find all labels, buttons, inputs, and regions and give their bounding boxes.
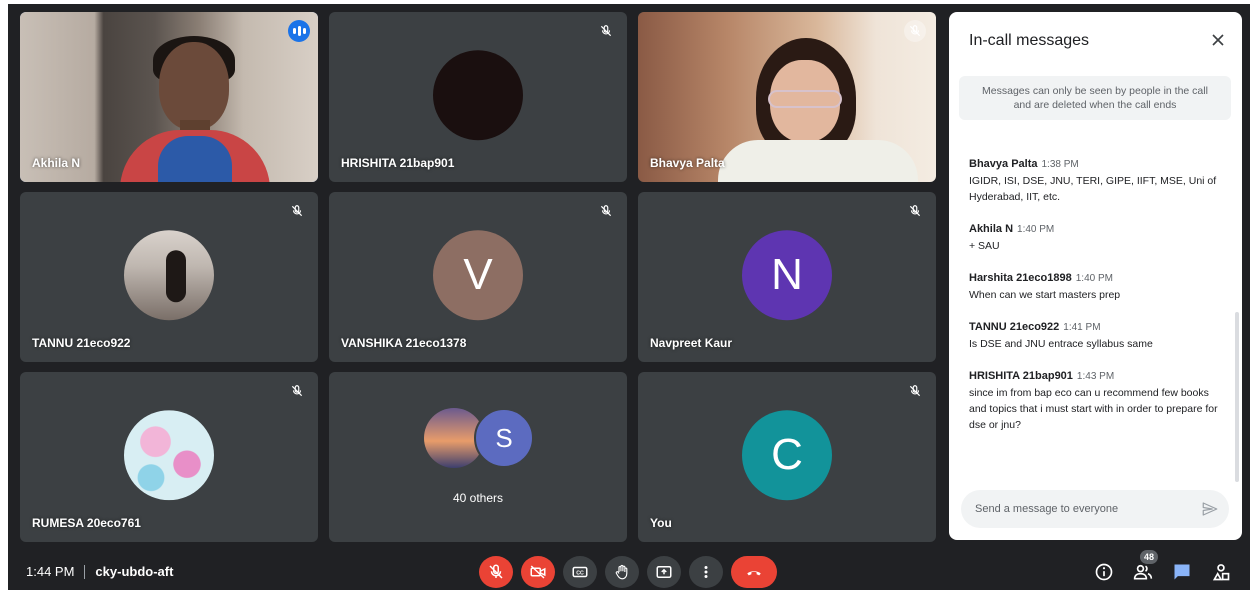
- send-icon[interactable]: [1201, 500, 1219, 518]
- people-button[interactable]: [1132, 561, 1154, 583]
- meeting-details-button[interactable]: [1093, 561, 1115, 583]
- chat-icon: [1174, 564, 1190, 580]
- people-icon: [1133, 564, 1153, 580]
- participant-name: VANSHIKA 21eco1378: [341, 336, 467, 350]
- message-text: since im from bap eco can u recommend fe…: [969, 387, 1218, 431]
- message-sender: Harshita 21eco1898: [969, 272, 1072, 284]
- message-sender: Bhavya Palta: [969, 158, 1038, 170]
- participant-tile-vanshika[interactable]: V VANSHIKA 21eco1378: [329, 192, 627, 362]
- divider: [84, 564, 86, 579]
- participant-name: Akhila N: [32, 156, 81, 170]
- chat-message-input[interactable]: [975, 490, 1185, 528]
- present-button[interactable]: [647, 556, 681, 588]
- more-options-button[interactable]: [689, 556, 723, 588]
- camera-toggle-button[interactable]: [521, 556, 555, 588]
- participant-tile-hrishita[interactable]: HRISHITA 21bap901: [329, 12, 627, 182]
- message-time: 1:40 PM: [1017, 224, 1055, 235]
- meeting-info: 1:44 PM cky-ubdo-aft: [26, 564, 173, 579]
- message-sender: HRISHITA 21bap901: [969, 370, 1073, 382]
- message-time: 1:41 PM: [1063, 322, 1101, 333]
- others-tile[interactable]: S 40 others: [329, 372, 627, 542]
- raise-hand-button[interactable]: [605, 556, 639, 588]
- avatar: [124, 230, 214, 321]
- chat-scrollbar[interactable]: [1235, 312, 1239, 482]
- activities-icon: [1212, 564, 1230, 581]
- chat-panel: In-call messages Messages can only be se…: [949, 12, 1242, 540]
- chat-notice: Messages can only be seen by people in t…: [959, 76, 1231, 120]
- participant-name: Bhavya Palta: [650, 156, 725, 170]
- more-icon: [704, 566, 708, 578]
- captions-button[interactable]: CC: [563, 556, 597, 588]
- avatar: [124, 410, 214, 501]
- chat-composer: [961, 490, 1229, 528]
- hang-up-icon: [747, 571, 761, 576]
- participant-name: RUMESA 20eco761: [32, 516, 141, 530]
- close-icon[interactable]: [1208, 30, 1228, 50]
- participant-tile-navpreet[interactable]: N Navpreet Kaur: [638, 192, 936, 362]
- participant-name: You: [650, 516, 672, 530]
- participant-tile-you[interactable]: C You: [638, 372, 936, 542]
- chat-button[interactable]: [1171, 561, 1193, 583]
- others-count: 40 others: [452, 491, 504, 505]
- meet-window: Akhila N HRISHITA 21bap901 Bhavya Palta …: [8, 4, 1250, 590]
- participant-tile-tannu[interactable]: TANNU 21eco922: [20, 192, 318, 362]
- camera-off-icon: [530, 565, 546, 579]
- mic-off-icon: [288, 202, 306, 220]
- avatar: V: [433, 230, 523, 321]
- chat-message: HRISHITA 21bap901 1:43 PM since im from b…: [969, 370, 1219, 433]
- svg-text:CC: CC: [576, 570, 584, 576]
- chat-message: Harshita 21eco1898 1:40 PM When can we st…: [969, 272, 1219, 303]
- mic-off-icon: [906, 382, 924, 400]
- mic-toggle-button[interactable]: [479, 556, 513, 588]
- message-sender: Akhila N: [969, 223, 1014, 235]
- mic-off-icon: [597, 22, 615, 40]
- message-text: Is DSE and JNU entrace syllabus same: [969, 338, 1153, 350]
- mic-off-icon: [288, 382, 306, 400]
- leave-call-button[interactable]: [731, 556, 777, 588]
- chat-message: Akhila N 1:40 PM + SAU: [969, 223, 1219, 254]
- mic-off-icon: [904, 20, 926, 42]
- message-time: 1:43 PM: [1076, 371, 1115, 382]
- activities-button[interactable]: [1210, 561, 1232, 583]
- message-text: + SAU: [969, 240, 1000, 252]
- message-list: Bhavya Palta 1:38 PM IGIDR, ISI, DSE, JNU…: [969, 158, 1219, 451]
- present-icon: [656, 566, 672, 578]
- avatar: N: [742, 230, 832, 321]
- others-avatar-stack: S: [418, 408, 538, 468]
- participant-tile-akhila[interactable]: Akhila N: [20, 12, 318, 182]
- avatar: S: [474, 408, 534, 468]
- message-text: When can we start masters prep: [969, 289, 1121, 301]
- participant-tile-rumesa[interactable]: RUMESA 20eco761: [20, 372, 318, 542]
- avatar: [433, 50, 523, 141]
- chat-panel-title: In-call messages: [969, 32, 1090, 49]
- info-icon: [1095, 563, 1113, 581]
- message-time: 1:38 PM: [1041, 159, 1079, 170]
- message-sender: TANNU 21eco922: [969, 321, 1060, 333]
- participant-name: HRISHITA 21bap901: [341, 156, 455, 170]
- participant-tile-bhavya[interactable]: Bhavya Palta: [638, 12, 936, 182]
- raise-hand-icon: [615, 564, 628, 580]
- speaking-indicator-icon: [288, 20, 310, 42]
- avatar: C: [742, 410, 832, 501]
- message-text: IGIDR, ISI, DSE, JNU, TERI, GIPE, IIFT, …: [969, 175, 1217, 203]
- mic-off-icon: [906, 202, 924, 220]
- captions-icon: CC: [572, 566, 588, 578]
- mic-off-icon: [597, 202, 615, 220]
- current-time: 1:44 PM: [26, 564, 75, 579]
- participant-name: TANNU 21eco922: [32, 336, 131, 350]
- participant-count-badge: 48: [1140, 550, 1158, 564]
- meeting-code[interactable]: cky-ubdo-aft: [95, 564, 173, 579]
- participant-name: Navpreet Kaur: [650, 336, 733, 350]
- chat-message: Bhavya Palta 1:38 PM IGIDR, ISI, DSE, JNU…: [969, 158, 1219, 205]
- message-time: 1:40 PM: [1075, 273, 1113, 284]
- chat-message: TANNU 21eco922 1:41 PM Is DSE and JNU ent…: [969, 321, 1219, 352]
- mic-off-icon: [489, 564, 503, 579]
